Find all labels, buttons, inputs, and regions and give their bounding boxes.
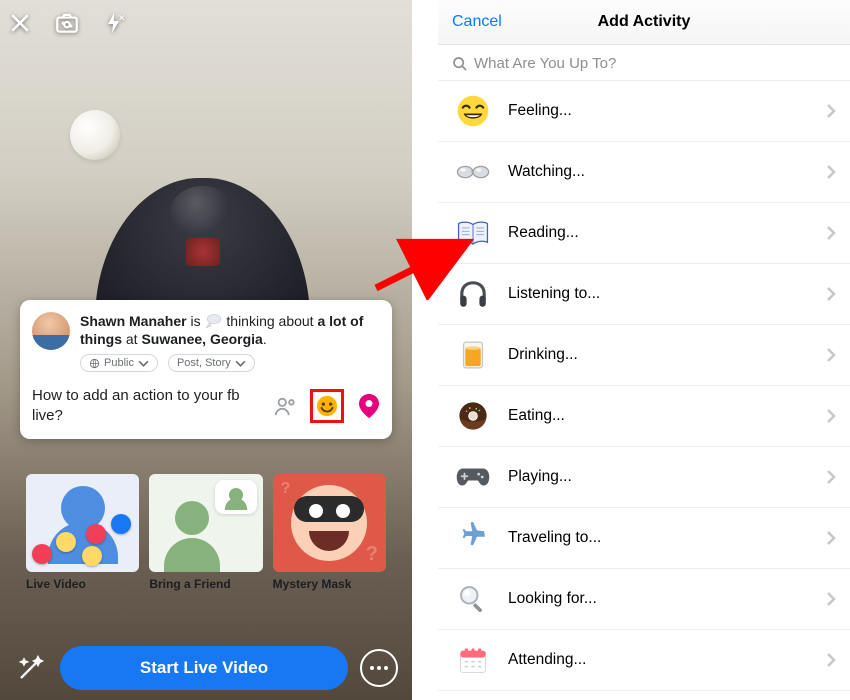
wow-reaction-icon (56, 532, 76, 552)
thought-bubble-icon (205, 313, 223, 327)
love-reaction-icon (32, 544, 52, 564)
add-activity-screen: Cancel Add Activity What Are You Up To? … (438, 0, 850, 700)
close-icon[interactable] (8, 11, 32, 40)
glasses-icon (456, 155, 490, 189)
chevron-right-icon (826, 225, 836, 241)
activity-label: Looking for... (508, 590, 808, 608)
activity-list: Feeling... Watching... Reading... Listen… (438, 81, 850, 700)
globe-icon (89, 358, 100, 369)
search-input[interactable]: What Are You Up To? (438, 45, 850, 81)
activity-label: Feeling... (508, 102, 808, 120)
gamepad-icon (456, 460, 490, 494)
activity-label: Eating... (508, 407, 808, 425)
filter-label: Bring a Friend (149, 577, 262, 591)
chevron-right-icon (826, 286, 836, 302)
chevron-right-icon (826, 408, 836, 424)
chevron-right-icon (826, 347, 836, 363)
love-reaction-icon (86, 524, 106, 544)
effects-wand-icon[interactable] (14, 651, 48, 685)
post-text[interactable]: How to add an action to your fb live? (32, 386, 264, 425)
filter-live-video[interactable]: Live Video (26, 474, 139, 591)
activity-label: Playing... (508, 468, 808, 486)
activity-row-looking-for[interactable]: Looking for... (438, 569, 850, 630)
search-icon (452, 56, 468, 72)
calendar-icon (456, 643, 490, 677)
search-placeholder: What Are You Up To? (474, 55, 616, 72)
more-options-icon[interactable] (360, 649, 398, 687)
feeling-emoji-icon (456, 94, 490, 128)
chevron-right-icon (826, 469, 836, 485)
activity-row-watching[interactable]: Watching... (438, 142, 850, 203)
share-to-pill[interactable]: Post, Story (168, 354, 255, 372)
activity-row-traveling[interactable]: Traveling to... (438, 508, 850, 569)
filter-label: Mystery Mask (273, 577, 386, 591)
activity-label: Attending... (508, 651, 808, 669)
status-line: Shawn Manaher is thinking about a lot of… (80, 312, 380, 348)
live-preview-screen: ✕ Shawn Manaher is thinking about a lot … (0, 0, 412, 700)
nav-bar: Cancel Add Activity (438, 0, 850, 45)
chevron-right-icon (826, 591, 836, 607)
post-composer-card: Shawn Manaher is thinking about a lot of… (20, 300, 392, 439)
activity-label: Drinking... (508, 346, 808, 364)
headphones-icon (456, 277, 490, 311)
page-title: Add Activity (598, 13, 691, 31)
chevron-down-icon (235, 358, 246, 369)
ceiling-detector (70, 110, 120, 160)
airplane-icon (456, 521, 490, 555)
chevron-right-icon (826, 652, 836, 668)
book-icon (456, 216, 490, 250)
cancel-button[interactable]: Cancel (452, 13, 502, 31)
activity-row-playing[interactable]: Playing... (438, 447, 850, 508)
activity-row-drinking[interactable]: Drinking... (438, 325, 850, 386)
camera-topbar: ✕ (8, 10, 126, 41)
activity-row-listening[interactable]: Listening to... (438, 264, 850, 325)
audience-pill[interactable]: Public (80, 354, 158, 372)
activity-label: Traveling to... (508, 529, 808, 547)
chevron-right-icon (826, 164, 836, 180)
location-pin-icon[interactable] (358, 395, 380, 417)
drink-icon (456, 338, 490, 372)
chevron-right-icon (826, 103, 836, 119)
filter-label: Live Video (26, 577, 139, 591)
donut-icon (456, 399, 490, 433)
activity-row-feeling[interactable]: Feeling... (438, 81, 850, 142)
filter-mystery-mask[interactable]: Mystery Mask (273, 474, 386, 591)
feeling-activity-icon[interactable] (310, 389, 344, 423)
activity-label: Reading... (508, 224, 808, 242)
activity-row-attending[interactable]: Attending... (438, 630, 850, 691)
avatar (32, 312, 70, 350)
like-reaction-icon (111, 514, 131, 534)
activity-row-reading[interactable]: Reading... (438, 203, 850, 264)
magnifier-icon (456, 582, 490, 616)
svg-text:✕: ✕ (118, 13, 126, 23)
tag-people-icon[interactable] (274, 395, 296, 417)
activity-label: Listening to... (508, 285, 808, 303)
chevron-right-icon (826, 530, 836, 546)
filter-bring-friend[interactable]: Bring a Friend (149, 474, 262, 591)
activity-row-eating[interactable]: Eating... (438, 386, 850, 447)
flash-off-icon[interactable]: ✕ (102, 11, 126, 40)
user-name: Shawn Manaher (80, 313, 187, 329)
switch-camera-icon[interactable] (54, 10, 80, 41)
start-live-button[interactable]: Start Live Video (60, 646, 348, 690)
chevron-down-icon (138, 358, 149, 369)
activity-label: Watching... (508, 163, 808, 181)
wow-reaction-icon (82, 546, 102, 566)
